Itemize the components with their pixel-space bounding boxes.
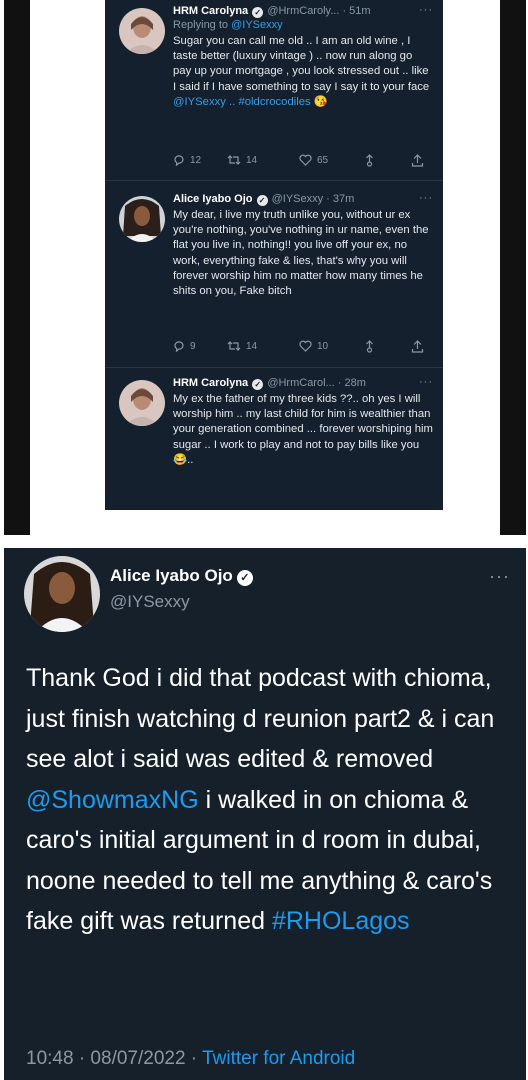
tweet-text: My dear, i live my truth unlike you, wit… [173, 209, 429, 298]
avatar[interactable] [119, 8, 165, 54]
retweet-icon [227, 341, 241, 351]
verified-badge-icon: ✓ [236, 570, 253, 586]
share-button[interactable] [363, 340, 376, 353]
handle[interactable]: @HrmCaroly... [267, 5, 339, 17]
more-icon[interactable]: ··· [419, 4, 433, 16]
left-frame-bar [4, 0, 30, 535]
like-button[interactable]: 65 [299, 154, 328, 166]
reply-count: 9 [190, 340, 196, 352]
upload-button[interactable] [411, 340, 424, 353]
divider [105, 367, 443, 368]
reply-icon [174, 341, 184, 352]
verified-badge-icon: ✓ [252, 379, 264, 390]
display-name[interactable]: Alice Iyabo Ojo ✓ [110, 566, 253, 586]
right-frame-bar [500, 0, 526, 535]
retweet-button[interactable]: 14 [227, 340, 257, 352]
more-icon[interactable]: ··· [419, 192, 433, 204]
share-icon [366, 154, 373, 167]
like-icon [299, 340, 312, 352]
share-icon [366, 340, 373, 353]
timestamp[interactable]: · 51m [342, 5, 370, 17]
retweet-icon [227, 155, 241, 165]
tweet-text: My ex the father of my three kids ??.. o… [173, 393, 433, 466]
like-icon [299, 154, 312, 166]
handle[interactable]: @HrmCarol... [267, 377, 334, 389]
top-screenshot-panel: HRM Carolyna ✓ @HrmCaroly... · 51m ··· R… [0, 0, 528, 535]
reply-button[interactable]: 9 [173, 340, 196, 352]
avatar[interactable] [24, 556, 100, 632]
mention-link[interactable]: @ShowmaxNG [26, 786, 199, 814]
tweet-text: Thank God i did that podcast with chioma… [26, 664, 495, 935]
avatar[interactable] [119, 196, 165, 242]
tweet-header: HRM Carolyna ✓ @HrmCaroly... · 51m [173, 4, 433, 18]
timestamp[interactable]: · 28m [338, 377, 366, 389]
reply-button[interactable]: 12 [173, 154, 201, 166]
timestamp[interactable]: 10:48 · 08/07/2022 · [26, 1048, 202, 1069]
like-count: 10 [317, 340, 329, 352]
divider [105, 180, 443, 181]
reply-mention-link[interactable]: @IYSexxy [231, 19, 283, 31]
retweet-count: 14 [246, 154, 258, 166]
retweet-button[interactable]: 14 [227, 154, 257, 166]
display-name[interactable]: HRM Carolyna [173, 5, 248, 17]
upload-button[interactable] [411, 154, 424, 167]
tweet-actions: 9 14 10 [173, 340, 427, 356]
reply-icon [174, 155, 184, 166]
more-icon[interactable]: ··· [419, 376, 433, 388]
tweet-actions: 12 14 65 [173, 154, 427, 170]
tweet-links[interactable]: @IYSexxy .. #oldcrocodiles [173, 96, 311, 108]
verified-badge-icon: ✓ [252, 7, 264, 18]
display-name[interactable]: HRM Carolyna [173, 377, 248, 389]
hashtag-link[interactable]: #RHOLagos [272, 907, 410, 935]
tweet-text: Sugar you can call me old .. I am an old… [173, 35, 430, 108]
timestamp[interactable]: · 37m [326, 193, 354, 205]
client-link[interactable]: Twitter for Android [202, 1048, 355, 1069]
more-icon[interactable]: ··· [489, 566, 510, 587]
handle[interactable]: @IYSexxy [272, 193, 324, 205]
like-count: 65 [317, 154, 329, 166]
replying-to: Replying to @IYSexxy [173, 19, 283, 31]
tweet-meta: 10:48 · 08/07/2022 · Twitter for Android [26, 1048, 355, 1070]
tweet-header: Alice Iyabo Ojo ✓ @IYSexxy · 37m [173, 192, 433, 206]
retweet-count: 14 [246, 340, 258, 352]
emoji: 😂.. [173, 453, 194, 466]
emoji: 😘 [313, 95, 328, 108]
upload-icon [411, 154, 424, 167]
share-button[interactable] [363, 154, 376, 167]
verified-badge-icon: ✓ [256, 195, 268, 206]
main-tweet[interactable]: Alice Iyabo Ojo ✓ @IYSexxy ··· Thank God … [4, 548, 526, 1080]
handle[interactable]: @IYSexxy [110, 592, 190, 612]
avatar[interactable] [119, 380, 165, 426]
like-button[interactable]: 10 [299, 340, 328, 352]
tweet-header: HRM Carolyna ✓ @HrmCarol... · 28m [173, 376, 433, 390]
display-name[interactable]: Alice Iyabo Ojo [173, 193, 252, 205]
reply-count: 12 [190, 154, 202, 166]
reply-thread: HRM Carolyna ✓ @HrmCaroly... · 51m ··· R… [105, 0, 443, 510]
upload-icon [411, 340, 424, 353]
